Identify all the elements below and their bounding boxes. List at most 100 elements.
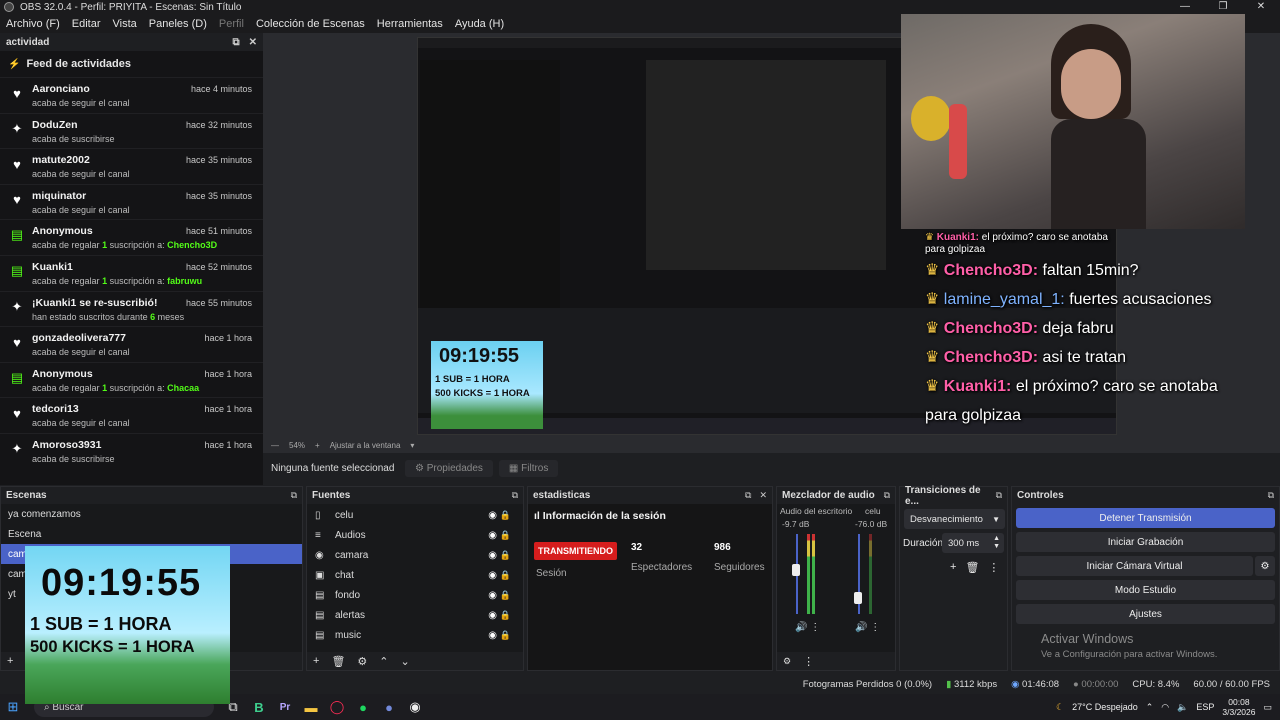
activity-item: ▤ Kuanki1 hace 52 minutos acaba de regalar … xyxy=(0,254,263,291)
speaker-icon[interactable]: 🔊 ⋮ xyxy=(795,622,820,633)
lock-icon[interactable]: 🔒 xyxy=(500,530,511,541)
move-up-icon[interactable]: ⌃ xyxy=(379,655,388,668)
source-item[interactable]: ▯ celu ◉ 🔒 xyxy=(307,505,523,525)
undock-icon[interactable]: ⧉ xyxy=(232,37,239,48)
source-item[interactable]: ▣ chat ◉ 🔒 xyxy=(307,565,523,585)
obs-icon[interactable]: ◉ xyxy=(402,699,428,715)
settings-button[interactable]: Ajustes xyxy=(1016,604,1275,624)
close-icon[interactable]: ✕ xyxy=(249,37,257,48)
eye-icon[interactable]: ◉ xyxy=(488,550,497,561)
speaker-icon[interactable]: 🔊 ⋮ xyxy=(855,622,880,633)
source-item[interactable]: ◉ camara ◉ 🔒 xyxy=(307,545,523,565)
lock-icon[interactable]: 🔒 xyxy=(500,610,511,621)
menu-help[interactable]: Ayuda (H) xyxy=(449,18,510,30)
more-icon[interactable]: ⋮ xyxy=(988,561,999,574)
lock-icon[interactable]: 🔒 xyxy=(500,550,511,561)
source-toolbar: Ninguna fuente seleccionad ⚙ Propiedades… xyxy=(263,453,1280,484)
weather-text[interactable]: 27°C Despejado xyxy=(1072,702,1138,712)
chat-message: ♛ lamine_yamal_1: fuertes acusaciones xyxy=(925,291,1212,308)
language[interactable]: ESP xyxy=(1196,702,1214,712)
eye-icon[interactable]: ◉ xyxy=(488,510,497,521)
chevron-down-icon[interactable]: ▾ xyxy=(410,441,414,450)
gear-icon[interactable]: ⚙ xyxy=(357,655,367,668)
eye-icon[interactable]: ◉ xyxy=(488,570,497,581)
mixer-settings-icon[interactable]: ⚙ xyxy=(783,656,791,667)
celu-volume-slider[interactable] xyxy=(854,592,862,604)
source-item[interactable]: ▤ fondo ◉ 🔒 xyxy=(307,585,523,605)
source-item[interactable]: ≡ Audios ◉ 🔒 xyxy=(307,525,523,545)
undock-icon[interactable]: ⧉ xyxy=(996,490,1002,501)
eye-icon[interactable]: ◉ xyxy=(488,630,497,641)
app-b-icon[interactable]: B xyxy=(246,700,272,715)
lock-icon[interactable]: 🔒 xyxy=(500,630,511,641)
file-explorer-icon[interactable]: ▬ xyxy=(298,700,324,715)
chat-overlay: ♛ Kuanki1: el próximo? caro se anotaba pa… xyxy=(925,232,1255,430)
undock-icon[interactable]: ⧉ xyxy=(745,490,751,501)
close-window-button[interactable]: ✕ xyxy=(1242,0,1280,14)
undock-icon[interactable]: ⧉ xyxy=(1268,490,1274,501)
start-recording-button[interactable]: Iniciar Grabación xyxy=(1016,532,1275,552)
properties-button[interactable]: ⚙ Propiedades xyxy=(405,460,493,477)
opera-icon[interactable]: ◯ xyxy=(324,699,350,715)
activity-dock: actividad ⧉ ✕ ⚡ Feed de actividades ♥ Aaro… xyxy=(0,33,263,485)
studio-mode-button[interactable]: Modo Estudio xyxy=(1016,580,1275,600)
menu-edit[interactable]: Editar xyxy=(66,18,107,30)
lock-icon[interactable]: 🔒 xyxy=(500,510,511,521)
activity-description: acaba de regalar 1 suscripción a: Chench… xyxy=(32,240,218,251)
activity-user: Anonymous xyxy=(32,367,93,380)
duration-input[interactable]: 300 ms ▲ ▼ xyxy=(942,533,1004,553)
stats-dock: estadisticas ⧉ ✕ ıl Información de la sesi… xyxy=(527,486,773,671)
trash-icon[interactable]: 🗑 xyxy=(965,561,979,574)
trash-icon[interactable]: 🗑 xyxy=(331,655,345,668)
chevron-down-icon: ▼ xyxy=(992,514,1000,524)
lock-icon[interactable]: 🔒 xyxy=(500,570,511,581)
windows-start-icon[interactable]: ⊞ xyxy=(0,699,26,715)
undock-icon[interactable]: ⧉ xyxy=(291,490,297,501)
notification-icon[interactable]: ▭ xyxy=(1263,702,1272,713)
menu-docks[interactable]: Paneles (D) xyxy=(143,18,213,30)
virtual-camera-settings-icon[interactable]: ⚙ xyxy=(1255,556,1275,576)
eye-icon[interactable]: ◉ xyxy=(488,530,497,541)
maximize-button[interactable]: ❐ xyxy=(1204,0,1242,14)
preview-canvas[interactable]: ♛ Kuanki1: el próximo? caro se anotaba pa… xyxy=(263,14,1280,453)
fit-window-label[interactable]: Ajustar a la ventana xyxy=(330,441,401,450)
source-item[interactable]: ▤ music ◉ 🔒 xyxy=(307,625,523,645)
lock-icon[interactable]: 🔒 xyxy=(500,590,511,601)
zoom-in-button[interactable]: + xyxy=(315,441,320,450)
more-icon[interactable]: ⋮ xyxy=(803,655,814,668)
undock-icon[interactable]: ⧉ xyxy=(512,490,518,501)
eye-icon[interactable]: ◉ xyxy=(488,610,497,621)
activate-windows-title: Activar Windows xyxy=(1041,632,1134,646)
filters-button[interactable]: ▦ Filtros xyxy=(498,460,559,477)
transition-select[interactable]: Desvanecimiento ▼ xyxy=(904,509,1005,529)
minimize-button[interactable]: — xyxy=(1166,0,1204,14)
menu-scene-collection[interactable]: Colección de Escenas xyxy=(250,18,371,30)
scene-item[interactable]: Escena xyxy=(1,524,302,544)
crown-icon: ♛ xyxy=(925,262,944,279)
menu-tools[interactable]: Herramientas xyxy=(371,18,449,30)
stop-stream-button[interactable]: Detener Transmisión xyxy=(1016,508,1275,528)
add-transition-button[interactable]: + xyxy=(950,561,956,574)
add-scene-button[interactable]: + xyxy=(7,655,13,667)
activity-user: tedcori13 xyxy=(32,403,79,416)
wifi-icon[interactable]: ◠ xyxy=(1161,702,1169,713)
clock[interactable]: 00:08 3/3/2026 xyxy=(1222,697,1255,717)
close-icon[interactable]: ✕ xyxy=(759,490,767,501)
spotify-icon[interactable]: ● xyxy=(350,700,376,715)
eye-icon[interactable]: ◉ xyxy=(488,590,497,601)
menu-file[interactable]: Archivo (F) xyxy=(0,18,66,30)
menu-view[interactable]: Vista xyxy=(107,18,143,30)
desktop-volume-slider[interactable] xyxy=(792,564,800,576)
discord-icon[interactable]: ● xyxy=(376,700,402,715)
menu-profile[interactable]: Perfil xyxy=(213,18,250,30)
undock-icon[interactable]: ⧉ xyxy=(884,490,890,501)
add-source-button[interactable]: + xyxy=(313,655,319,667)
scene-item[interactable]: ya comenzamos xyxy=(1,504,302,524)
chevron-up-icon[interactable]: ⌃ xyxy=(1146,702,1154,713)
zoom-out-button[interactable]: — xyxy=(271,441,279,450)
source-item[interactable]: ▤ alertas ◉ 🔒 xyxy=(307,605,523,625)
virtual-camera-button[interactable]: Iniciar Cámara Virtual xyxy=(1016,556,1253,576)
premiere-icon[interactable]: Pr xyxy=(272,702,298,713)
move-down-icon[interactable]: ⌄ xyxy=(401,655,410,668)
volume-icon[interactable]: 🔈 xyxy=(1177,702,1188,713)
